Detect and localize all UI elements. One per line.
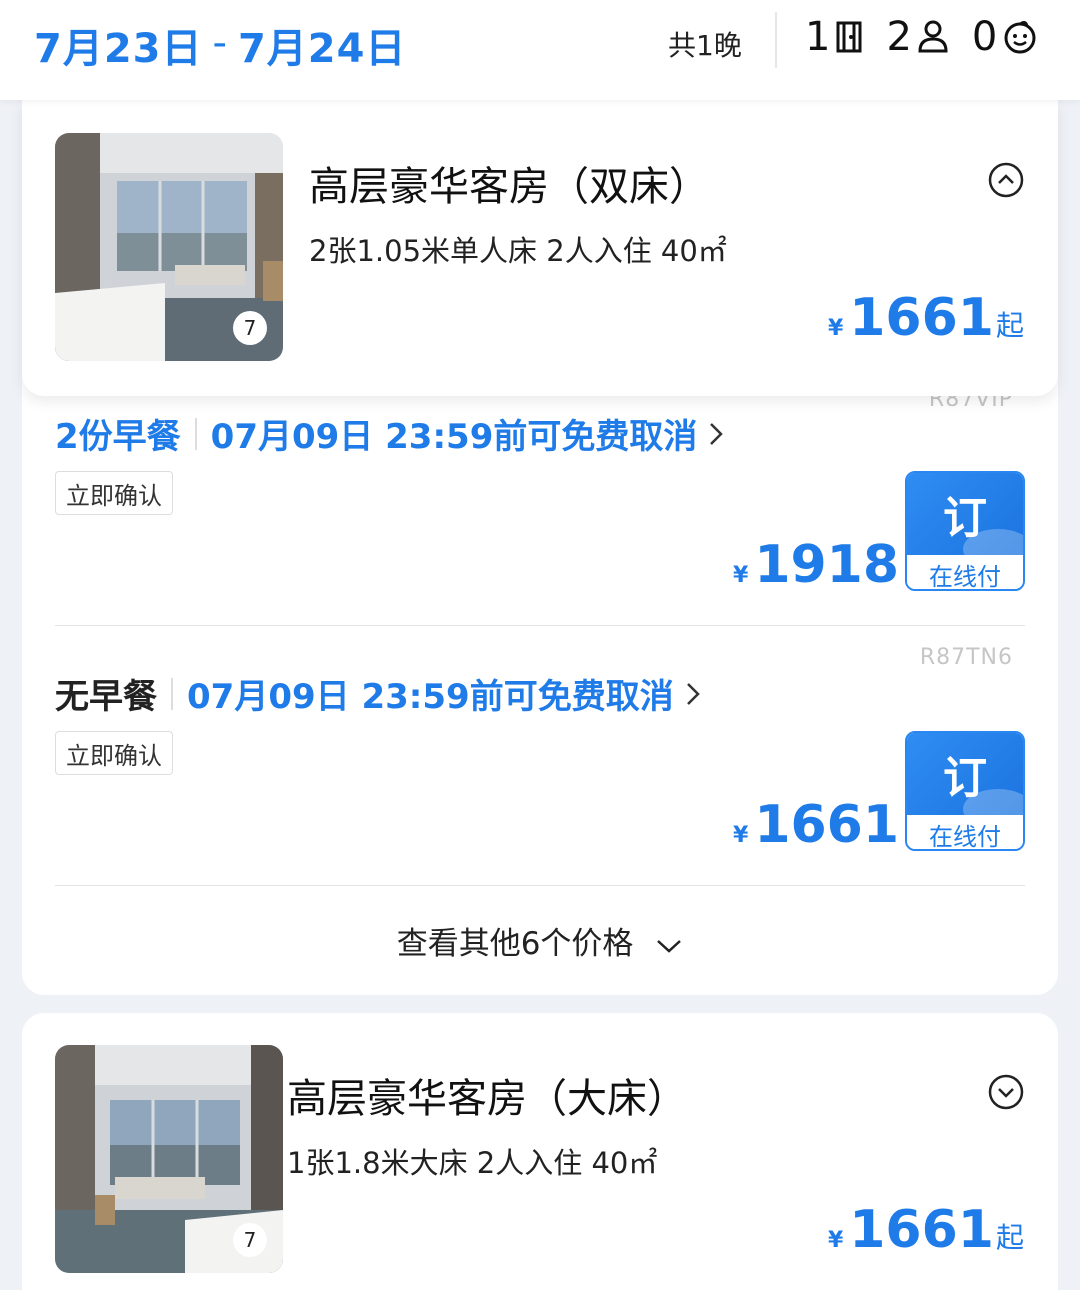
- chevron-down-icon: [657, 939, 682, 953]
- room-starting-price: ¥ 1661 起: [828, 1200, 1024, 1260]
- book-button[interactable]: 订 在线付: [905, 731, 1025, 851]
- instant-confirm-tag: 立即确认: [55, 731, 173, 775]
- date-separator: -: [212, 20, 228, 66]
- rate-price: ¥ 1918: [733, 535, 899, 595]
- room-photo[interactable]: 7: [55, 133, 283, 361]
- room-title: 高层豪华客房（大床）: [287, 1076, 687, 1122]
- currency-symbol: ¥: [733, 823, 749, 848]
- price-value: 1661: [849, 288, 994, 348]
- rate-price: ¥ 1661: [733, 795, 899, 855]
- rooms-count: 1: [805, 14, 864, 60]
- policy-divider: [194, 417, 197, 450]
- date-range[interactable]: 7月23日 -7月24日: [34, 16, 406, 74]
- occupancy-selector[interactable]: 1 2 0: [805, 14, 1039, 60]
- pay-online-label: 在线付: [907, 555, 1023, 589]
- rate-code: R87TN6: [919, 645, 1013, 670]
- view-more-prices-label: 查看其他6个价格: [396, 926, 634, 962]
- arrow-right-icon: [686, 682, 700, 705]
- rooms-count-value: 1: [805, 14, 831, 60]
- header-divider: [775, 12, 777, 68]
- book-button[interactable]: 订 在线付: [905, 471, 1025, 591]
- rate-divider: [55, 625, 1025, 626]
- adults-count-value: 2: [886, 14, 912, 60]
- meal-plan: 无早餐: [55, 677, 157, 717]
- cancellation-policy: 07月09日 23:59前可免费取消: [187, 677, 674, 717]
- price-value: 1661: [849, 1200, 994, 1260]
- rate-policy-line[interactable]: 无早餐 07月09日 23:59前可免费取消: [55, 669, 704, 718]
- photo-count-badge: 7: [233, 1223, 267, 1257]
- room-starting-price: ¥ 1661 起: [828, 288, 1024, 348]
- arrow-right-icon: [710, 422, 724, 445]
- checkout-date: 7月24日: [237, 26, 407, 72]
- checkin-date: 7月23日: [34, 26, 203, 72]
- room-title: 高层豪华客房（双床）: [309, 164, 709, 210]
- room-photo[interactable]: 7: [55, 1045, 283, 1273]
- room-description: 1张1.8米大床 2人入住 40㎡: [287, 1146, 658, 1180]
- price-value: 1661: [754, 795, 900, 855]
- rate-policy-line[interactable]: 2份早餐 07月09日 23:59前可免费取消: [55, 409, 727, 458]
- rate-plan[interactable]: R87VIP 2份早餐 07月09日 23:59前可免费取消 立即确认 ¥ 19…: [55, 385, 1025, 605]
- cancellation-policy: 07月09日 23:59前可免费取消: [210, 417, 698, 457]
- children-count-value: 0: [971, 14, 998, 60]
- book-label: 订: [907, 733, 1023, 829]
- search-summary-bar[interactable]: 7月23日 -7月24日 共1晚 1 2 0: [0, 0, 1080, 100]
- view-more-prices-button[interactable]: 查看其他6个价格: [0, 918, 1080, 963]
- collapse-chevron-up-icon[interactable]: [988, 162, 1024, 198]
- instant-confirm-tag: 立即确认: [55, 471, 173, 515]
- price-suffix: 起: [995, 1221, 1024, 1254]
- currency-symbol: ¥: [827, 316, 844, 341]
- currency-symbol: ¥: [827, 1228, 844, 1253]
- price-value: 1918: [754, 535, 900, 595]
- room-description: 2张1.05米单人床 2人入住 40㎡: [309, 234, 727, 268]
- photo-count-badge: 7: [233, 311, 267, 345]
- child-face-icon: [1004, 21, 1036, 54]
- policy-divider: [171, 677, 173, 710]
- children-count: 0: [972, 14, 1039, 60]
- book-label: 订: [907, 473, 1023, 569]
- currency-symbol: ¥: [733, 563, 749, 588]
- room-door-icon: [836, 21, 862, 53]
- meal-plan: 2份早餐: [55, 417, 181, 457]
- price-suffix: 起: [995, 309, 1024, 342]
- pay-online-label: 在线付: [907, 815, 1023, 849]
- rate-divider: [55, 885, 1025, 886]
- expand-chevron-down-icon[interactable]: [988, 1074, 1024, 1110]
- rate-plan[interactable]: R87TN6 无早餐 07月09日 23:59前可免费取消 立即确认 ¥ 166…: [55, 645, 1025, 865]
- nights-count: 共1晚: [668, 29, 742, 62]
- adults-count: 2: [886, 14, 949, 60]
- room-header-twin[interactable]: 7 高层豪华客房（双床） 2张1.05米单人床 2人入住 40㎡ ¥ 1661 …: [22, 100, 1058, 396]
- adult-person-icon: [918, 20, 948, 53]
